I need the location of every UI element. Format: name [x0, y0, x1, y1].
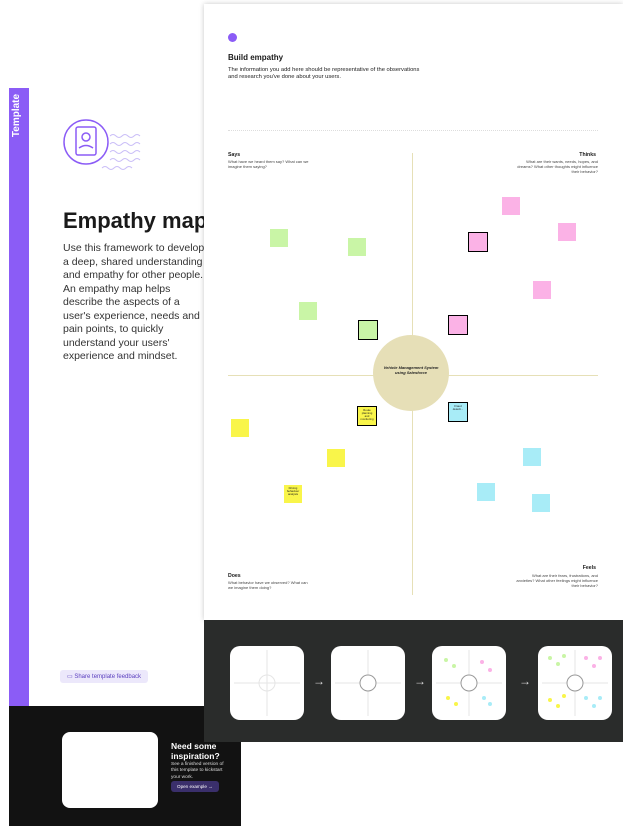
feedback-button[interactable]: ▭ Share template feedback	[60, 670, 149, 683]
arrow-right-icon: →	[208, 784, 213, 789]
template-description: Use this framework to develop a deep, sh…	[63, 242, 205, 362]
empathy-map-icon	[63, 119, 141, 170]
feedback-label: Share template feedback	[74, 674, 142, 680]
step-diagram-icon	[542, 650, 608, 716]
arrow-right-icon: →	[313, 674, 325, 688]
step-thumbnail-1[interactable]	[230, 646, 304, 720]
sticky-note[interactable]: Driving behaviour analysis	[284, 485, 302, 503]
open-example-button[interactable]: Open example →	[171, 781, 219, 792]
sticky-note[interactable]	[448, 315, 468, 335]
sticky-note[interactable]	[558, 223, 576, 241]
center-topic-label: Vehicle Management System using Salesfor…	[383, 365, 439, 375]
thinks-label: Thinks	[579, 152, 596, 158]
sticky-note[interactable]	[270, 229, 288, 247]
empathy-board	[204, 4, 623, 620]
sticky-note[interactable]	[231, 419, 249, 437]
thinks-text: What are their wants, needs, hopes, and …	[517, 159, 598, 174]
template-strip	[9, 88, 29, 706]
feels-label: Feels	[582, 565, 596, 571]
divider	[228, 130, 598, 131]
sticky-note[interactable]	[477, 483, 495, 501]
feedback-icon: ▭	[67, 674, 73, 680]
inspiration-title: Need some inspiration?	[171, 741, 220, 761]
sticky-note[interactable]	[468, 232, 488, 252]
feels-text: What are their fears, frustrations, and …	[516, 573, 598, 588]
sticky-note[interactable]	[299, 302, 317, 320]
sticky-note[interactable]	[502, 197, 520, 215]
open-example-label: Open example	[177, 784, 207, 789]
example-thumbnail[interactable]	[62, 732, 158, 808]
sticky-note[interactable]: Fraud detecti...	[448, 402, 468, 422]
inspiration-text: See a finished version of this template …	[171, 762, 224, 780]
page-title: Empathy map	[63, 208, 208, 233]
step-thumbnail-3[interactable]	[432, 646, 506, 720]
arrow-right-icon: →	[519, 674, 531, 688]
board-title: Build empathy	[228, 53, 284, 62]
says-label: Says	[228, 152, 241, 158]
sticky-note[interactable]	[533, 281, 551, 299]
does-label: Does	[228, 573, 241, 579]
sticky-note[interactable]	[348, 238, 366, 256]
arrow-right-icon: →	[414, 674, 426, 688]
step-thumbnail-2[interactable]	[331, 646, 405, 720]
sticky-note[interactable]: Route planning and monitoring	[357, 406, 377, 426]
sticky-note[interactable]	[358, 320, 378, 340]
step-diagram-icon	[234, 650, 300, 716]
does-text: What behavior have we observed? What can…	[228, 580, 308, 590]
sticky-note[interactable]	[327, 449, 345, 467]
template-label: Template	[11, 93, 23, 138]
sticky-note[interactable]	[523, 448, 541, 466]
says-text: What have we heard them say? What can we…	[228, 159, 309, 169]
board-subtitle: The information you add here should be r…	[228, 67, 420, 81]
step-diagram-icon	[335, 650, 401, 716]
step-diagram-icon	[436, 650, 502, 716]
sticky-note[interactable]	[532, 494, 550, 512]
board-badge-icon	[228, 33, 237, 42]
step-thumbnail-4[interactable]	[538, 646, 612, 720]
